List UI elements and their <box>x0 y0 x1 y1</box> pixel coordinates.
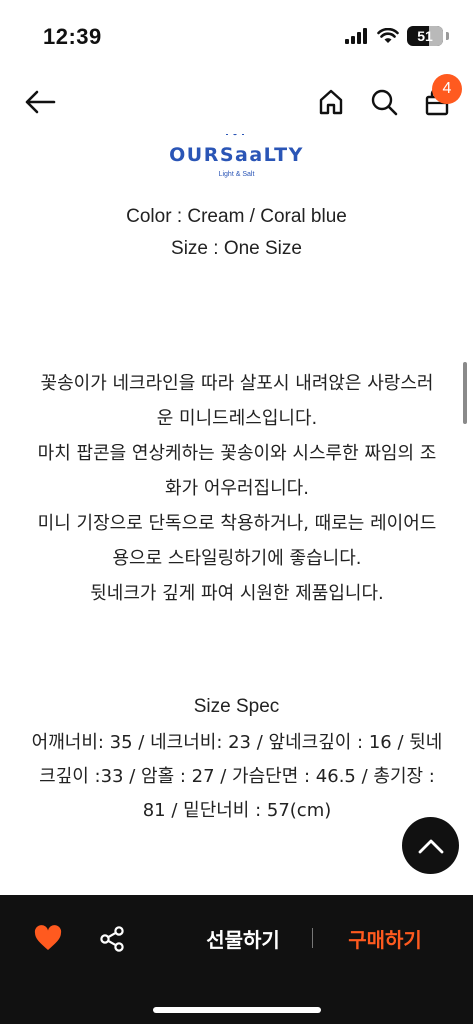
search-icon <box>371 89 398 116</box>
status-time: 12:39 <box>43 24 102 49</box>
scrollbar[interactable] <box>463 362 467 424</box>
description-line: 운 미니드레스입니다. <box>156 408 318 429</box>
description-line: 용으로 스타일링하기에 좋습니다. <box>112 548 362 569</box>
size-spec-title: Size Spec <box>193 696 280 717</box>
home-indicator <box>153 1007 321 1013</box>
back-button[interactable] <box>22 84 58 120</box>
spec-line: 81 / 밑단너비 : 57(cm) <box>142 800 332 821</box>
brand-name: OURSaaLTY <box>169 144 304 166</box>
description-line: 뒷네크가 깊게 파여 시원한 제품입니다. <box>90 583 384 604</box>
gift-button[interactable]: 선물하기 <box>196 925 290 955</box>
status-bar: 12:39 51 <box>0 0 473 70</box>
top-nav: 4 <box>0 70 473 134</box>
size-info: Size : One Size <box>171 238 302 259</box>
description-line: 미니 기장으로 단독으로 착용하거나, 때로는 레이어드 <box>37 513 437 534</box>
cart-count-badge: 4 <box>432 74 462 104</box>
bottom-action-bar: 선물하기 구매하기 <box>0 895 473 1024</box>
brand-tagline: Light & Salt <box>218 171 255 178</box>
battery-tip <box>446 32 449 40</box>
product-detail-content[interactable]: OURSaaLTY Light & Salt Color : Cream / C… <box>0 134 473 894</box>
battery-icon: 51 <box>407 26 443 46</box>
description-line: 화가 어우러집니다. <box>165 478 309 499</box>
scroll-to-top-button[interactable] <box>402 817 459 874</box>
chevron-up-icon <box>418 839 443 853</box>
description-line: 꽃송이가 네크라인을 따라 살포시 내려앉은 사랑스러 <box>40 373 434 394</box>
size-spec-details: 어깨너비: 35 / 네크너비: 23 / 앞네크깊이 : 16 / 뒷네 크깊… <box>24 726 450 828</box>
battery-level: 51 <box>417 28 433 44</box>
spec-line: 크깊이 :33 / 암홀 : 27 / 가슴단면 : 46.5 / 총기장 : <box>39 766 435 787</box>
like-button[interactable] <box>34 925 62 953</box>
buy-button[interactable]: 구매하기 <box>338 925 432 955</box>
description-line: 마치 팝콘을 연상케하는 꽃송이와 시스루한 짜임의 조 <box>37 443 437 464</box>
back-arrow-icon <box>25 90 56 114</box>
spec-line: 어깨너비: 35 / 네크너비: 23 / 앞네크깊이 : 16 / 뒷네 <box>31 732 443 753</box>
logo-mark-icon <box>226 134 244 136</box>
share-icon <box>100 926 124 952</box>
home-icon <box>319 89 343 115</box>
share-button[interactable] <box>98 925 126 953</box>
color-info: Color : Cream / Coral blue <box>126 206 347 227</box>
wifi-icon <box>377 28 399 43</box>
home-button[interactable] <box>313 84 349 120</box>
search-button[interactable] <box>366 84 402 120</box>
heart-icon <box>34 925 62 950</box>
status-icons: 51 <box>345 26 449 46</box>
action-divider <box>312 928 313 948</box>
product-description: 꽃송이가 네크라인을 따라 살포시 내려앉은 사랑스러 운 미니드레스입니다. … <box>26 366 448 611</box>
signal-icon <box>345 28 367 44</box>
brand-logo: OURSaaLTY Light & Salt <box>0 134 473 194</box>
